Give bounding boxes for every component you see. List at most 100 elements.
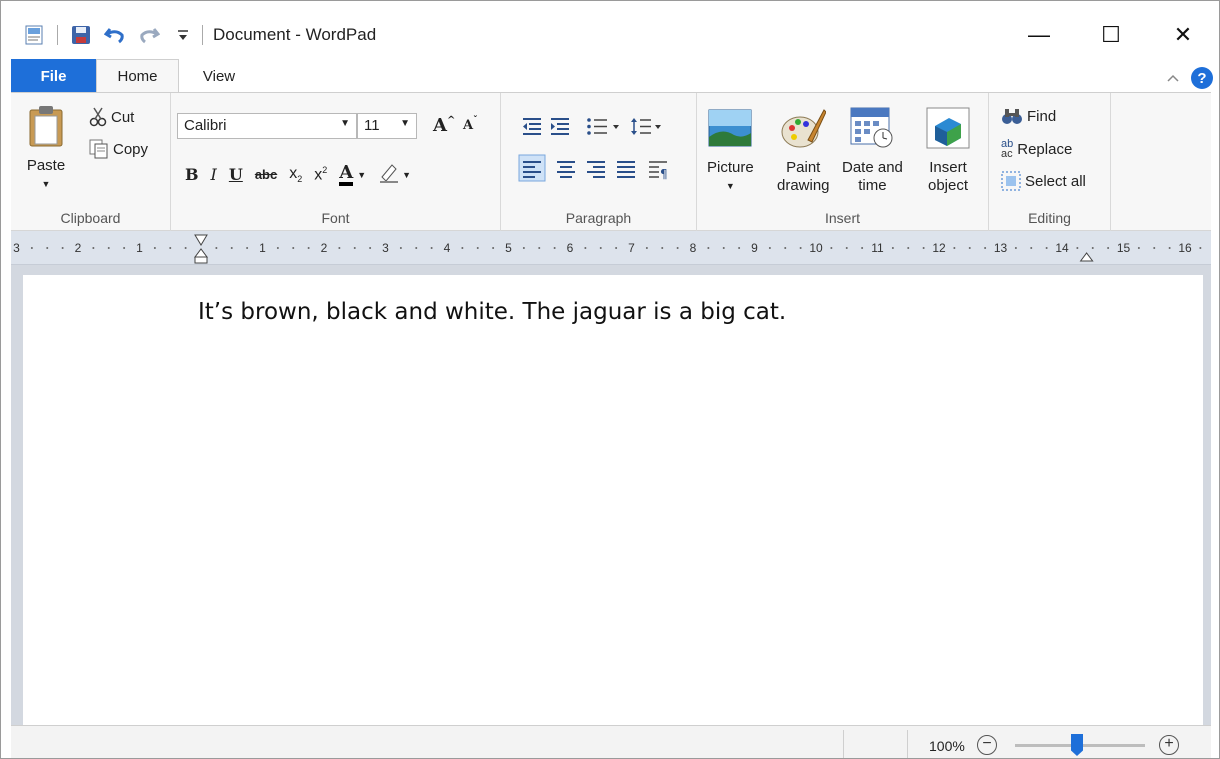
tab-view[interactable]: View <box>179 59 259 93</box>
ruler-tick <box>107 247 110 249</box>
select-all-label: Select all <box>1025 172 1086 190</box>
zoom-slider-thumb[interactable] <box>1071 734 1083 756</box>
right-indent-marker[interactable] <box>1079 252 1094 262</box>
font-size-select[interactable]: 11 ▼ <box>357 113 417 139</box>
ruler[interactable]: 3211234567891011121314151617 <box>11 231 1211 265</box>
ruler-tick <box>1137 247 1140 249</box>
caption-buttons: — ☐ ✕ <box>1003 15 1219 55</box>
maximize-button[interactable]: ☐ <box>1075 15 1147 55</box>
font-group-label: Font <box>321 210 350 226</box>
insert-group-label: Insert <box>824 210 860 226</box>
chevron-down-icon: ▼ <box>340 118 350 129</box>
ruler-tick <box>984 247 987 249</box>
ruler-tick <box>1168 247 1171 249</box>
ruler-label: 3 <box>13 241 20 255</box>
tab-home[interactable]: Home <box>96 59 179 93</box>
ruler-label: 10 <box>809 241 823 255</box>
paint-label-1: Paint <box>786 159 821 176</box>
group-insert: Picture ▼ Paint drawing Date and time In… <box>697 93 989 232</box>
highlight-button[interactable]: ▼ <box>378 161 411 188</box>
italic-button[interactable]: I <box>211 165 217 184</box>
status-divider <box>843 730 844 758</box>
ruler-tick <box>1014 247 1017 249</box>
grow-font-button[interactable]: A ^ <box>433 115 455 136</box>
ruler-label: 2 <box>321 241 328 255</box>
clipboard-group-label: Clipboard <box>60 210 121 226</box>
ruler-label: 14 <box>1055 241 1069 255</box>
undo-icon[interactable] <box>104 24 126 46</box>
ruler-tick <box>369 247 372 249</box>
shrink-font-label: A <box>463 118 474 133</box>
ruler-tick <box>1153 247 1156 249</box>
ruler-tick <box>169 247 172 249</box>
wordpad-app-icon[interactable] <box>23 24 45 46</box>
help-icon[interactable]: ? <box>1191 67 1213 89</box>
paint-label-2: drawing <box>777 177 830 194</box>
replace-icon: ab ac <box>1001 138 1014 160</box>
status-divider <box>907 730 908 758</box>
ruler-tick <box>722 247 725 249</box>
strikethrough-button[interactable]: abc <box>255 167 277 182</box>
editing-group-label: Editing <box>1028 210 1071 226</box>
cut-label: Cut <box>111 108 135 126</box>
select-all-icon <box>1001 171 1021 191</box>
ruler-tick <box>1199 247 1202 249</box>
insert-object-button[interactable]: Insert object <box>925 105 971 195</box>
ruler-tick <box>353 247 356 249</box>
ruler-tick <box>1091 247 1094 249</box>
shrink-font-button[interactable]: Aˇ <box>463 116 478 134</box>
ruler-tick <box>599 247 602 249</box>
select-all-button[interactable]: Select all <box>1001 171 1086 191</box>
ruler-tick <box>246 247 249 249</box>
zoom-out-button[interactable]: − <box>977 735 997 755</box>
subscript-button[interactable]: x2 <box>289 165 302 184</box>
picture-button[interactable]: Picture ▼ <box>707 105 754 195</box>
paste-dropdown-icon[interactable]: ▼ <box>42 175 51 193</box>
paint-drawing-button[interactable]: Paint drawing <box>777 105 830 195</box>
group-clipboard: Paste ▼ Cut Copy Clipboard <box>11 93 171 232</box>
align-right-icon <box>587 161 605 178</box>
cut-button[interactable]: Cut <box>89 107 134 127</box>
document-text[interactable]: It’s brown, black and white. The jaguar … <box>198 299 786 325</box>
font-family-select[interactable]: Calibri ▼ <box>177 113 357 139</box>
font-color-dropdown-icon[interactable]: ▼ <box>357 170 366 180</box>
calendar-icon <box>849 105 895 151</box>
tab-file[interactable]: File <box>11 59 96 93</box>
chevron-down-icon: ▼ <box>400 118 410 129</box>
paragraph-group-label: Paragraph <box>565 210 632 226</box>
decrease-indent-icon <box>523 118 541 135</box>
font-color-button[interactable]: A ▼ <box>339 163 366 186</box>
copy-button[interactable]: Copy <box>89 139 148 159</box>
document-page[interactable]: It’s brown, black and white. The jaguar … <box>23 275 1203 735</box>
underline-button[interactable]: U <box>229 165 243 184</box>
minimize-button[interactable]: — <box>1003 15 1075 55</box>
datetime-label-2: time <box>858 177 887 194</box>
collapse-ribbon-icon[interactable] <box>1167 69 1179 87</box>
align-center-icon <box>557 161 575 178</box>
save-icon[interactable] <box>70 24 92 46</box>
group-font: Calibri ▼ 11 ▼ A ^ Aˇ B I U abc x2 x2 A … <box>171 93 501 232</box>
picture-dropdown-icon[interactable]: ▼ <box>726 177 735 195</box>
indent-marker[interactable] <box>194 234 208 264</box>
ruler-label: 3 <box>382 241 389 255</box>
customize-qat-icon[interactable] <box>172 24 194 46</box>
highlight-dropdown-icon[interactable]: ▼ <box>402 170 411 180</box>
object-label-1: Insert <box>929 159 967 176</box>
font-color-label: A <box>339 163 354 186</box>
ruler-label: 8 <box>690 241 697 255</box>
zoom-in-button[interactable]: + <box>1159 735 1179 755</box>
close-button[interactable]: ✕ <box>1147 15 1219 55</box>
ruler-label: 16 <box>1178 241 1192 255</box>
paste-button[interactable]: Paste ▼ <box>23 103 69 193</box>
superscript-button[interactable]: x2 <box>314 165 327 184</box>
date-time-button[interactable]: Date and time <box>842 105 903 195</box>
ruler-label: 4 <box>444 241 451 255</box>
ruler-tick <box>184 247 187 249</box>
ribbon-controls: ? <box>1167 67 1213 89</box>
ruler-tick <box>553 247 556 249</box>
group-paragraph: ¶ Paragraph <box>501 93 697 232</box>
bold-button[interactable]: B <box>185 165 199 184</box>
redo-icon[interactable] <box>138 24 160 46</box>
replace-button[interactable]: ab ac Replace <box>1001 138 1072 160</box>
find-button[interactable]: Find <box>1001 107 1056 125</box>
